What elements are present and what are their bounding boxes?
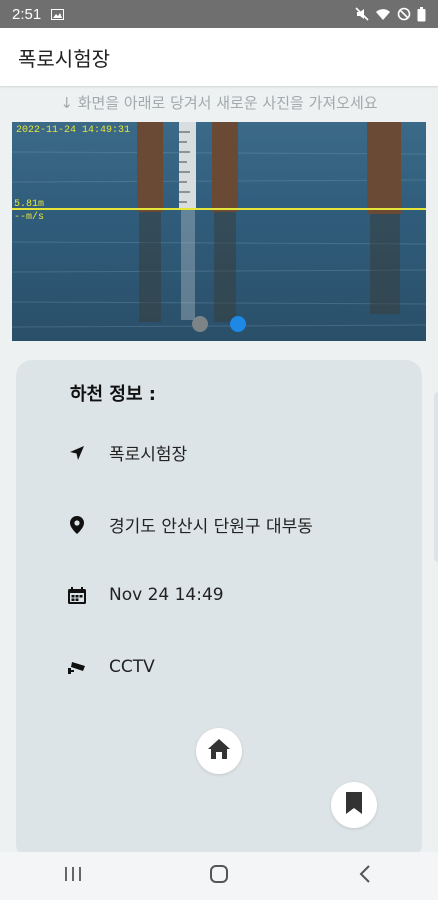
- page-title: 폭로시험장: [18, 46, 110, 71]
- recent-apps-button[interactable]: [43, 856, 103, 896]
- home-circle-icon: [209, 864, 229, 888]
- cctv-photo[interactable]: 2022-11-24 14:49:31 5.81m --m/s: [12, 122, 426, 341]
- location-pin-icon: [68, 515, 86, 534]
- info-row-source: CCTV: [68, 657, 155, 677]
- cctv-camera-icon: [68, 658, 86, 676]
- status-icons: [355, 6, 426, 22]
- mute-icon: [355, 7, 369, 21]
- home-icon: [207, 738, 231, 764]
- bookmark-icon: [345, 791, 363, 819]
- status-time: 2:51: [12, 5, 42, 23]
- info-row-address: 경기도 안산시 단원구 대부동: [68, 512, 313, 537]
- photo-timestamp: 2022-11-24 14:49:31: [16, 125, 130, 136]
- datetime-text: Nov 24 14:49: [109, 585, 224, 605]
- wifi-icon: [375, 8, 391, 21]
- calendar-icon: [68, 586, 86, 604]
- navigation-arrow-icon: [68, 444, 86, 462]
- info-title: 하천 정보 :: [70, 384, 156, 405]
- carousel-dot-active[interactable]: [230, 316, 246, 332]
- battery-icon: [417, 6, 426, 22]
- pull-to-refresh-hint: ↓ 화면을 아래로 당겨서 새로운 사진을 가져오세요: [60, 94, 378, 112]
- bookmark-button[interactable]: [331, 782, 377, 828]
- carousel-indicator: [12, 316, 426, 332]
- recent-apps-icon: [64, 866, 82, 886]
- home-nav-button[interactable]: [189, 856, 249, 896]
- flow-speed-readout: --m/s: [14, 211, 44, 223]
- source-text: CCTV: [109, 657, 155, 677]
- back-button[interactable]: [335, 856, 395, 896]
- water-level-readout: 5.81m: [14, 199, 44, 210]
- back-chevron-icon: [359, 865, 371, 887]
- river-scene-image: 2022-11-24 14:49:31 5.81m --m/s: [12, 122, 426, 341]
- station-name: 폭로시험장: [109, 445, 188, 465]
- river-info-card: 하천 정보 : 폭로시험장 경기도 안산시 단원구 대부동 Nov 24 14:…: [16, 360, 422, 860]
- do-not-disturb-icon: [397, 7, 411, 21]
- edge-panel-handle[interactable]: [434, 392, 438, 562]
- system-nav-bar: [0, 852, 438, 900]
- info-row-datetime: Nov 24 14:49: [68, 585, 224, 605]
- status-bar: 2:51: [0, 0, 438, 28]
- image-icon: [51, 8, 65, 20]
- address-text: 경기도 안산시 단원구 대부동: [109, 517, 313, 537]
- info-row-station: 폭로시험장: [68, 440, 187, 465]
- app-bar: 폭로시험장: [0, 28, 438, 86]
- home-button[interactable]: [196, 728, 242, 774]
- carousel-dot[interactable]: [192, 316, 208, 332]
